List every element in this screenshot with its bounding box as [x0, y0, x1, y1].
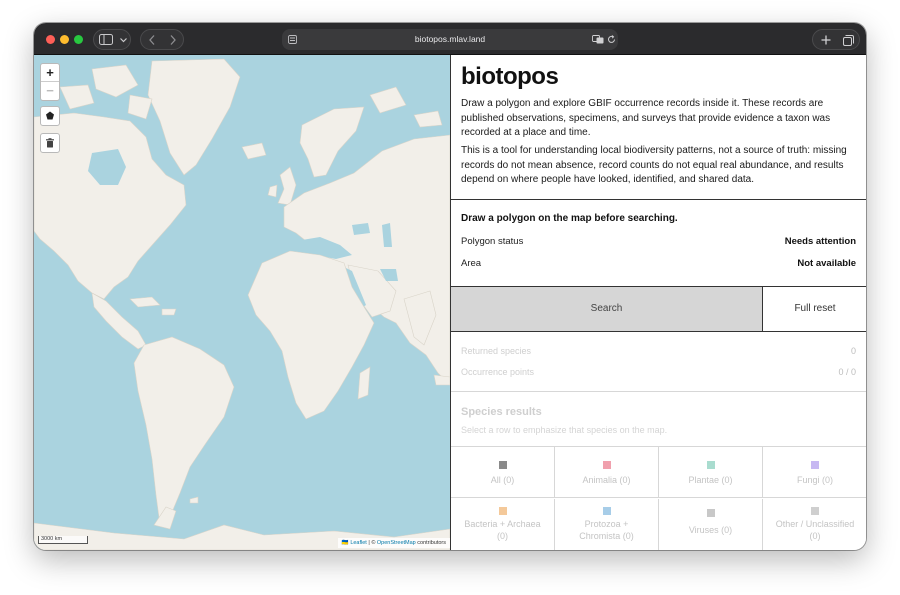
kingdom-swatch: [603, 461, 611, 469]
filter-label: Viruses (0): [688, 525, 733, 535]
disclaimer-paragraph: This is a tool for understanding local b…: [461, 145, 847, 186]
filter-label: Fungi (0): [796, 475, 833, 485]
polygon-icon: [46, 111, 54, 120]
sidebar-icon: [99, 34, 113, 45]
address-bar[interactable]: biotopos.mlav.land: [282, 29, 618, 50]
openstreetmap-link[interactable]: OpenStreetMap: [377, 540, 416, 546]
filter-plantae[interactable]: Plantae (0): [659, 447, 763, 498]
attribution-separator: | ©: [366, 540, 377, 546]
kingdom-filter-grid: All (0) Animalia (0) Plantae (0) Fungi (…: [451, 447, 866, 550]
filter-label-count: (0): [497, 531, 508, 541]
zoom-out-button[interactable]: −: [41, 82, 59, 100]
filter-viruses[interactable]: Viruses (0): [659, 499, 763, 550]
returned-species-label: Returned species: [461, 346, 532, 356]
zoom-control: + −: [40, 63, 60, 101]
filter-protozoa-chromista[interactable]: Protozoa + Chromista (0): [555, 499, 659, 550]
leaflet-link[interactable]: Leaflet: [350, 540, 367, 546]
search-button[interactable]: Search: [451, 287, 763, 331]
polygon-status-label: Polygon status: [461, 236, 524, 247]
history-nav: [140, 29, 184, 50]
filter-label: Plantae (0): [688, 475, 733, 485]
app-title: biotopos: [461, 63, 559, 90]
kingdom-swatch: [707, 461, 715, 469]
returned-species-value: 0: [850, 346, 856, 356]
filter-fungi[interactable]: Fungi (0): [763, 447, 866, 498]
tabs-overview-icon[interactable]: [843, 35, 854, 46]
chevron-right-icon[interactable]: [170, 35, 176, 45]
browser-toolbar: biotopos.mlav.land: [34, 23, 866, 55]
tab-actions: [812, 29, 860, 50]
divider: [451, 391, 866, 392]
filter-animalia[interactable]: Animalia (0): [555, 447, 659, 498]
kingdom-swatch: [499, 461, 507, 469]
status-heading: Draw a polygon on the map before searchi…: [461, 213, 678, 224]
occurrence-points-label: Occurrence points: [461, 367, 535, 377]
area-label: Area: [461, 258, 482, 269]
filter-other-unclassified[interactable]: Other / Unclassified (0): [763, 499, 866, 550]
draw-polygon-button[interactable]: [40, 106, 60, 126]
attribution-suffix: contributors: [415, 540, 446, 546]
chevron-down-icon: [120, 38, 127, 43]
plus-icon[interactable]: [821, 35, 831, 45]
species-results-title: Species results: [461, 406, 542, 418]
ukraine-flag-icon: 🇺🇦: [341, 540, 349, 546]
map-scale: 3000 km: [38, 536, 88, 544]
filter-label-count: Chromista (0): [579, 531, 634, 541]
filter-label: All (0): [490, 475, 515, 485]
filter-all[interactable]: All (0): [451, 447, 555, 498]
reload-icon[interactable]: [607, 35, 616, 44]
side-panel: biotopos Draw a polygon and explore GBIF…: [450, 55, 866, 550]
sidebar-toggle-button[interactable]: [93, 29, 131, 50]
filter-label: Animalia (0): [582, 475, 631, 485]
delete-polygon-button[interactable]: [40, 133, 60, 153]
kingdom-swatch: [499, 507, 507, 515]
species-results-hint: Select a row to emphasize that species o…: [461, 425, 668, 435]
minimize-window-button[interactable]: [60, 35, 69, 44]
close-window-button[interactable]: [46, 35, 55, 44]
filter-label: Bacteria + Archaea: [464, 519, 541, 529]
divider: [451, 199, 866, 200]
zoom-window-button[interactable]: [74, 35, 83, 44]
chevron-left-icon[interactable]: [149, 35, 155, 45]
kingdom-swatch: [811, 461, 819, 469]
world-map-tiles: [34, 58, 450, 550]
browser-window: biotopos.mlav.land + − 3000 km 🇺🇦 Leafle…: [34, 23, 866, 550]
divider: [451, 331, 866, 332]
map-view[interactable]: + − 3000 km 🇺🇦 Leaflet | © OpenStreetMap…: [34, 55, 450, 550]
full-reset-button[interactable]: Full reset: [763, 287, 866, 331]
zoom-in-button[interactable]: +: [41, 64, 59, 82]
kingdom-swatch: [603, 507, 611, 515]
translate-icon[interactable]: [592, 35, 604, 44]
map-attribution: 🇺🇦 Leaflet | © OpenStreetMap contributor…: [337, 538, 450, 548]
url-text: biotopos.mlav.land: [414, 34, 486, 44]
kingdom-swatch: [811, 507, 819, 515]
filter-bacteria-archaea[interactable]: Bacteria + Archaea (0): [451, 499, 555, 550]
intro-paragraph: Draw a polygon and explore GBIF occurren…: [461, 98, 831, 139]
polygon-status-value: Needs attention: [784, 236, 856, 247]
kingdom-swatch: [707, 509, 715, 517]
area-value: Not available: [797, 258, 856, 269]
occurrence-points-value: 0 / 0: [838, 367, 856, 377]
trash-icon: [46, 138, 54, 148]
filter-label: Protozoa +: [584, 519, 629, 529]
filter-label: Other / Unclassified: [775, 519, 855, 529]
filter-label-count: (0): [809, 531, 821, 541]
